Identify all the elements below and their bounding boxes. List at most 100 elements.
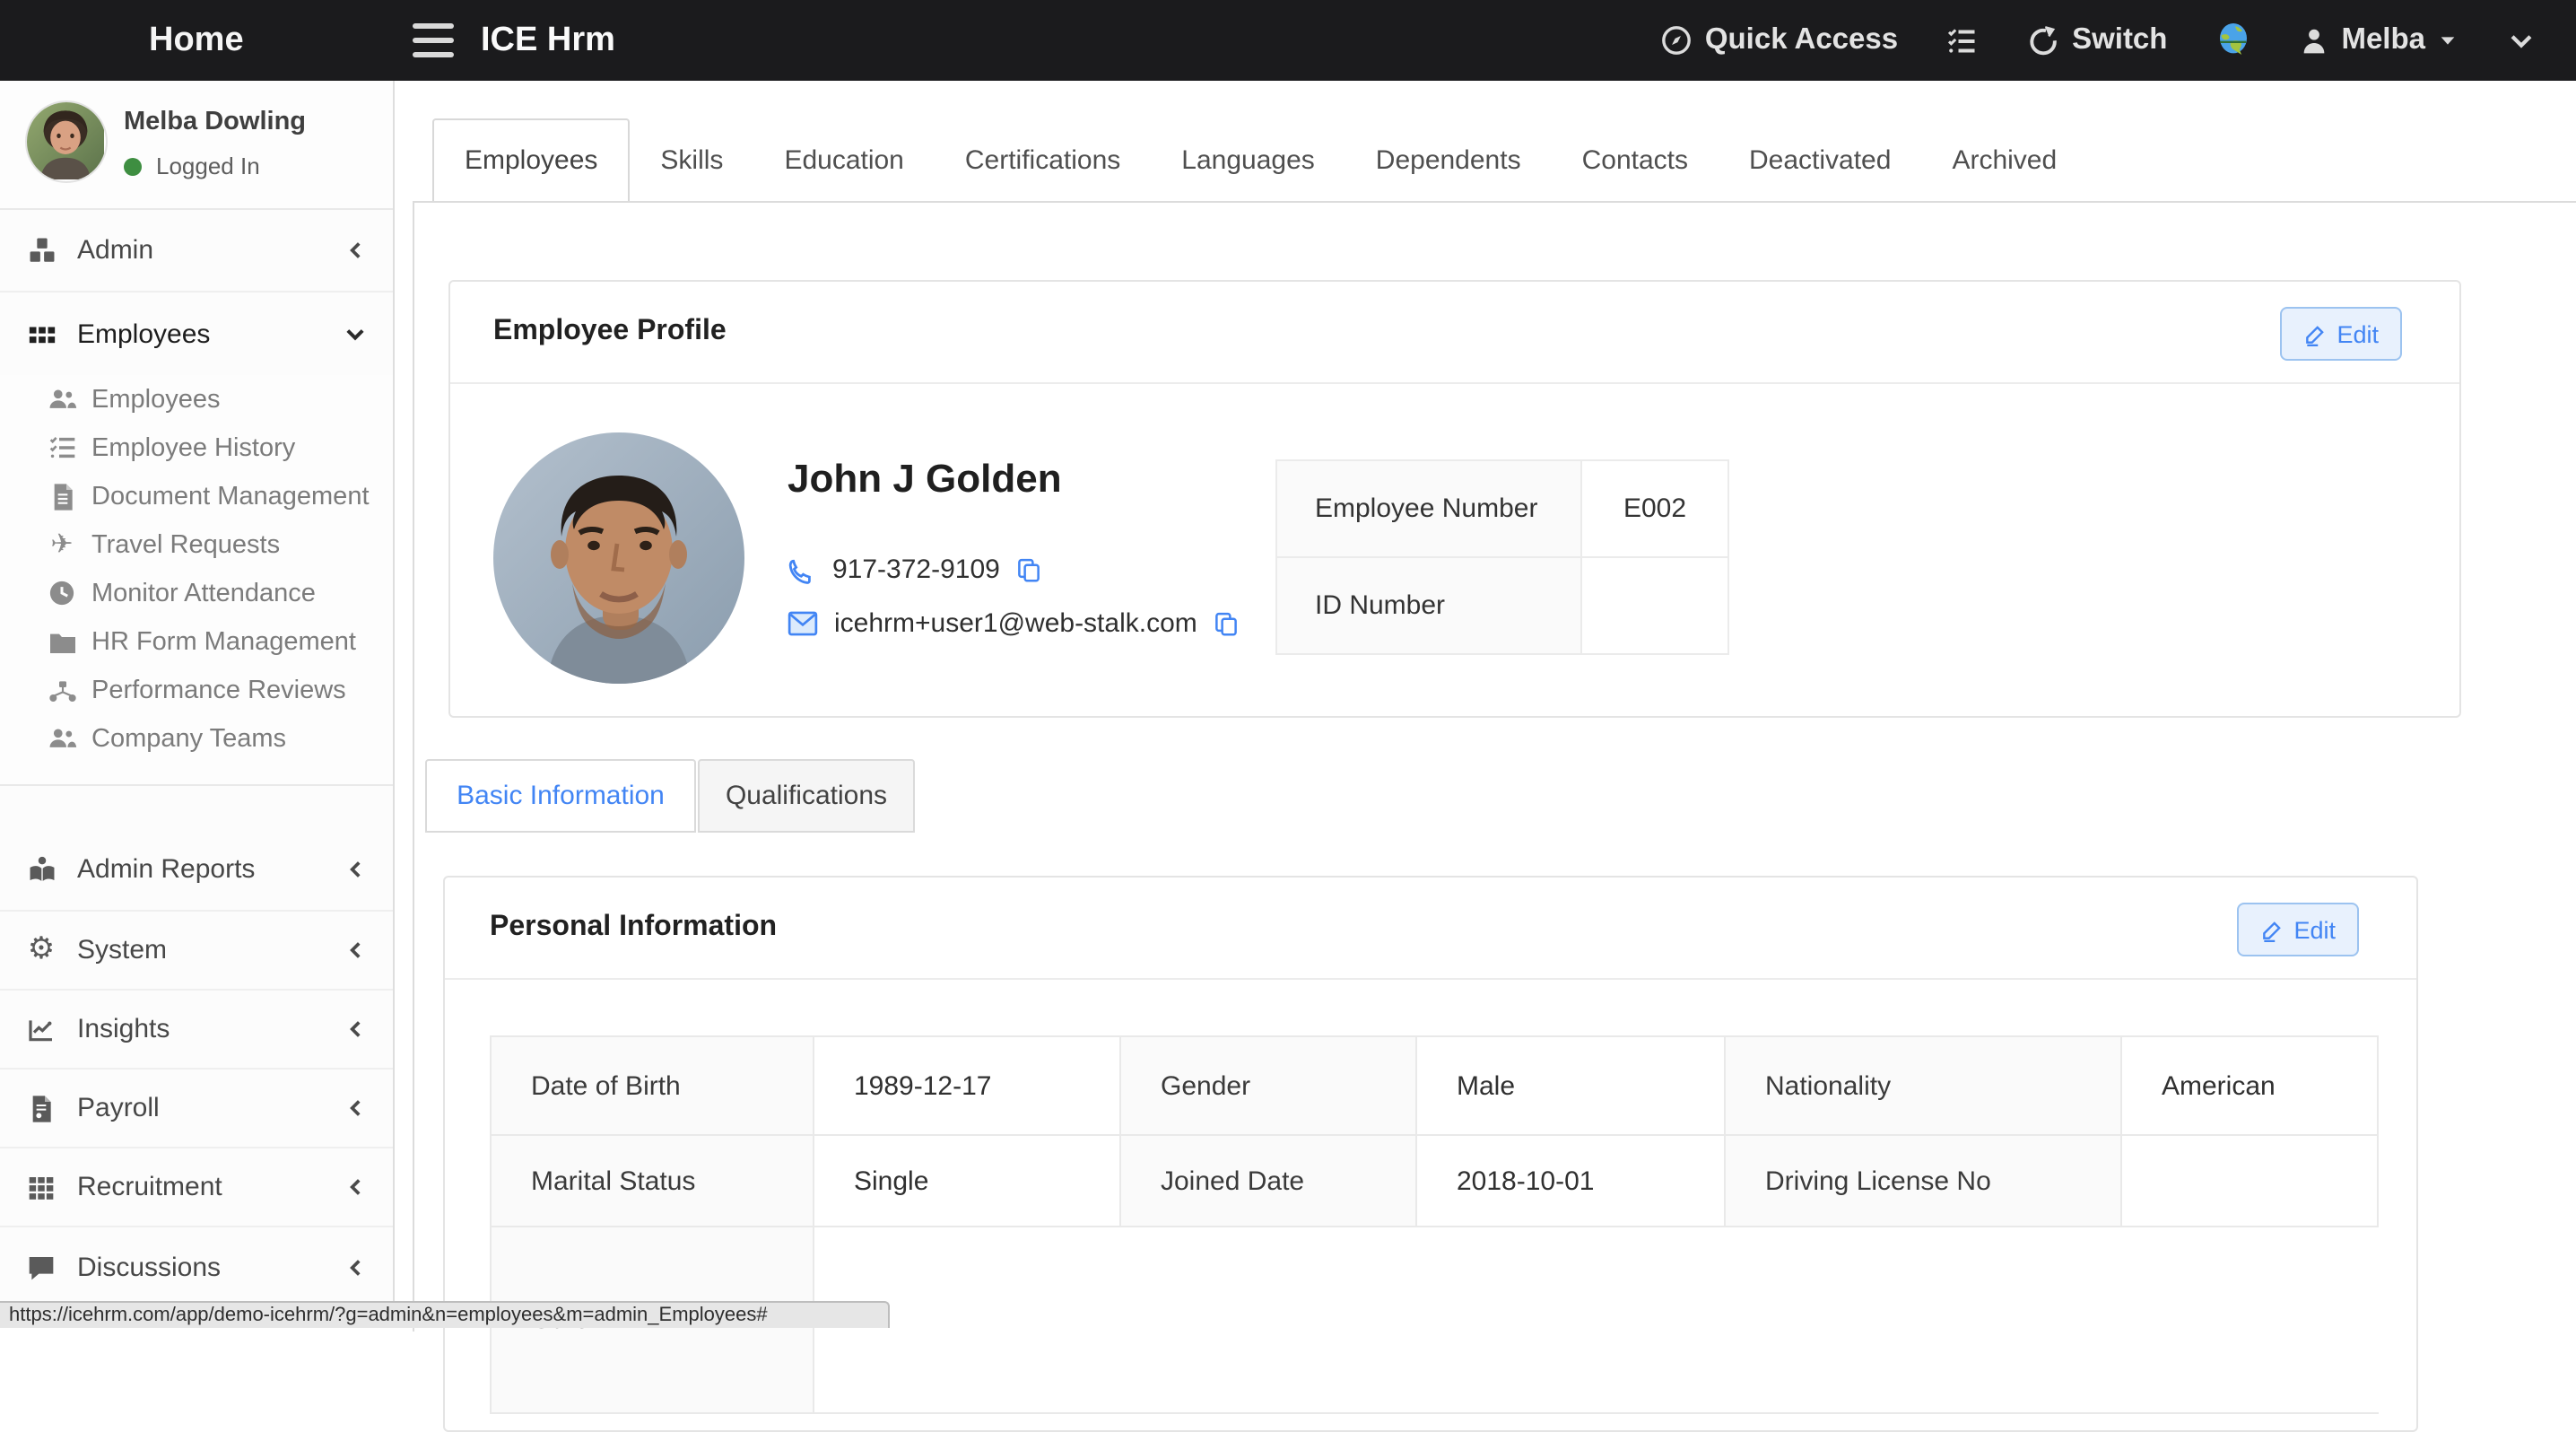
sidebar-item-admin-reports[interactable]: Admin Reports bbox=[0, 827, 393, 912]
compass-icon bbox=[1662, 25, 1693, 56]
chevron-left-icon bbox=[344, 1096, 368, 1120]
id-number-label: ID Number bbox=[1276, 557, 1581, 654]
sidebar-item-label: Company Teams bbox=[91, 724, 286, 753]
switch-button[interactable]: Switch bbox=[2027, 23, 2167, 57]
document-icon bbox=[45, 482, 79, 511]
tab-qualifications[interactable]: Qualifications bbox=[698, 759, 915, 833]
sidebar-item-employees-group[interactable]: Employees bbox=[0, 293, 393, 375]
task-list-icon bbox=[1946, 24, 1979, 57]
hamburger-menu-icon[interactable] bbox=[413, 23, 454, 57]
link-preview-statusbar: https://icehrm.com/app/demo-icehrm/?g=ad… bbox=[0, 1301, 890, 1328]
sidebar-item-discussions[interactable]: Discussions bbox=[0, 1227, 393, 1306]
sidebar-item-monitor-attendance[interactable]: Monitor Attendance bbox=[0, 569, 393, 617]
tab-languages[interactable]: Languages bbox=[1151, 118, 1345, 201]
caret-down-icon bbox=[2438, 31, 2458, 50]
driving-license-label: Driving License No bbox=[1725, 1135, 2121, 1227]
employee-phone[interactable]: 917-372-9109 bbox=[832, 554, 1000, 585]
email-icon bbox=[788, 610, 818, 637]
book-reader-icon bbox=[25, 853, 57, 884]
users-icon bbox=[45, 725, 79, 752]
grid-icon bbox=[25, 319, 57, 349]
sidebar-user-block: Melba Dowling Logged In bbox=[0, 81, 393, 210]
logged-in-label: Logged In bbox=[156, 153, 260, 179]
switch-label: Switch bbox=[2072, 23, 2167, 57]
grid-icon bbox=[25, 1173, 57, 1201]
language-globe-button[interactable] bbox=[2215, 21, 2251, 60]
sidebar-user-name: Melba Dowling bbox=[124, 108, 306, 136]
chevron-left-icon bbox=[344, 239, 368, 262]
list-check-icon bbox=[45, 434, 79, 461]
chevron-down-icon bbox=[343, 321, 368, 346]
sidebar-item-payroll[interactable]: Payroll bbox=[0, 1070, 393, 1148]
comment-icon bbox=[25, 1253, 57, 1280]
dob-label: Date of Birth bbox=[491, 1036, 814, 1135]
tasks-button[interactable] bbox=[1946, 24, 1979, 57]
collapse-topbar-button[interactable] bbox=[2506, 25, 2537, 56]
sidebar-item-performance-reviews[interactable]: Performance Reviews bbox=[0, 666, 393, 714]
sidebar-item-admin[interactable]: Admin bbox=[0, 210, 393, 293]
tab-skills[interactable]: Skills bbox=[630, 118, 753, 201]
sidebar-user-status: Logged In bbox=[124, 153, 260, 179]
top-navbar: Home ICE Hrm Quick Access Switch bbox=[0, 0, 2576, 81]
tab-education[interactable]: Education bbox=[753, 118, 934, 201]
topbar-actions: Quick Access Switch bbox=[1662, 0, 2537, 81]
personal-information-table: Date of Birth 1989-12-17 Gender Male Nat… bbox=[490, 1035, 2379, 1414]
tab-deactivated[interactable]: Deactivated bbox=[1719, 118, 1921, 201]
sidebar-item-travel-requests[interactable]: ✈ Travel Requests bbox=[0, 520, 393, 569]
sidebar-item-label: Insights bbox=[77, 1014, 344, 1044]
sidebar-item-system[interactable]: ⚙ System bbox=[0, 912, 393, 991]
clock-icon bbox=[45, 580, 79, 607]
sidebar-item-insights[interactable]: Insights bbox=[0, 991, 393, 1070]
cubes-icon bbox=[25, 235, 57, 266]
logged-in-status-dot bbox=[124, 157, 142, 175]
sidebar-item-document-management[interactable]: Document Management bbox=[0, 472, 393, 520]
personal-information-card: Personal Information Edit Date of Birth … bbox=[443, 876, 2418, 1432]
sidebar-item-hr-form-management[interactable]: HR Form Management bbox=[0, 617, 393, 666]
plane-icon: ✈ bbox=[45, 531, 79, 558]
id-number-value bbox=[1581, 557, 1728, 654]
link-preview-url: https://icehrm.com/app/demo-icehrm/?g=ad… bbox=[9, 1305, 768, 1326]
tab-contacts[interactable]: Contacts bbox=[1552, 118, 1719, 201]
personal-information-edit-button[interactable]: Edit bbox=[2236, 903, 2359, 956]
employee-id-table: Employee Number E002 ID Number bbox=[1275, 459, 1729, 655]
employee-email[interactable]: icehrm+user1@web-stalk.com bbox=[834, 608, 1197, 639]
table-row: ID Number bbox=[1276, 557, 1728, 654]
chevron-left-icon bbox=[344, 939, 368, 962]
user-icon bbox=[2300, 26, 2328, 55]
file-invoice-icon bbox=[25, 1094, 57, 1122]
employee-photo[interactable] bbox=[493, 432, 744, 684]
current-user-avatar[interactable] bbox=[25, 100, 108, 183]
globe-icon bbox=[2215, 21, 2251, 60]
tab-dependents[interactable]: Dependents bbox=[1345, 118, 1552, 201]
sidebar-item-label: System bbox=[77, 935, 344, 965]
tab-certifications[interactable]: Certifications bbox=[935, 118, 1151, 201]
tab-archived[interactable]: Archived bbox=[1921, 118, 2087, 201]
joined-date-label: Joined Date bbox=[1120, 1135, 1416, 1227]
home-link[interactable]: Home bbox=[149, 0, 244, 81]
pen-icon bbox=[2302, 322, 2326, 345]
employee-profile-edit-button[interactable]: Edit bbox=[2279, 307, 2402, 361]
chevron-left-icon bbox=[344, 1175, 368, 1199]
table-row: Employee Number E002 bbox=[1276, 460, 1728, 557]
sidebar-item-company-teams[interactable]: Company Teams bbox=[0, 714, 393, 763]
sidebar-item-label: Recruitment bbox=[77, 1172, 344, 1202]
copy-email-icon[interactable] bbox=[1214, 609, 1240, 638]
users-icon bbox=[45, 386, 79, 413]
tab-employees[interactable]: Employees bbox=[432, 118, 630, 201]
sidebar-item-employees[interactable]: Employees bbox=[0, 375, 393, 423]
sidebar-item-label: Performance Reviews bbox=[91, 676, 346, 704]
nationality-value: American bbox=[2121, 1036, 2378, 1135]
sidebar-item-label: Document Management bbox=[91, 482, 370, 511]
employee-phone-row: 917-372-9109 bbox=[788, 554, 1043, 585]
copy-phone-icon[interactable] bbox=[1016, 555, 1043, 584]
sidebar-item-recruitment[interactable]: Recruitment bbox=[0, 1148, 393, 1227]
quick-access-button[interactable]: Quick Access bbox=[1662, 23, 1898, 57]
diagram-icon bbox=[45, 677, 79, 703]
user-menu[interactable]: Melba bbox=[2300, 23, 2458, 57]
gender-value: Male bbox=[1416, 1036, 1725, 1135]
sidebar-item-employee-history[interactable]: Employee History bbox=[0, 423, 393, 472]
tab-basic-information[interactable]: Basic Information bbox=[425, 759, 696, 833]
profile-sub-tabs: Basic Information Qualifications bbox=[425, 759, 915, 833]
sidebar-item-label: Employees bbox=[77, 319, 343, 349]
employee-name: John J Golden bbox=[788, 456, 1062, 502]
